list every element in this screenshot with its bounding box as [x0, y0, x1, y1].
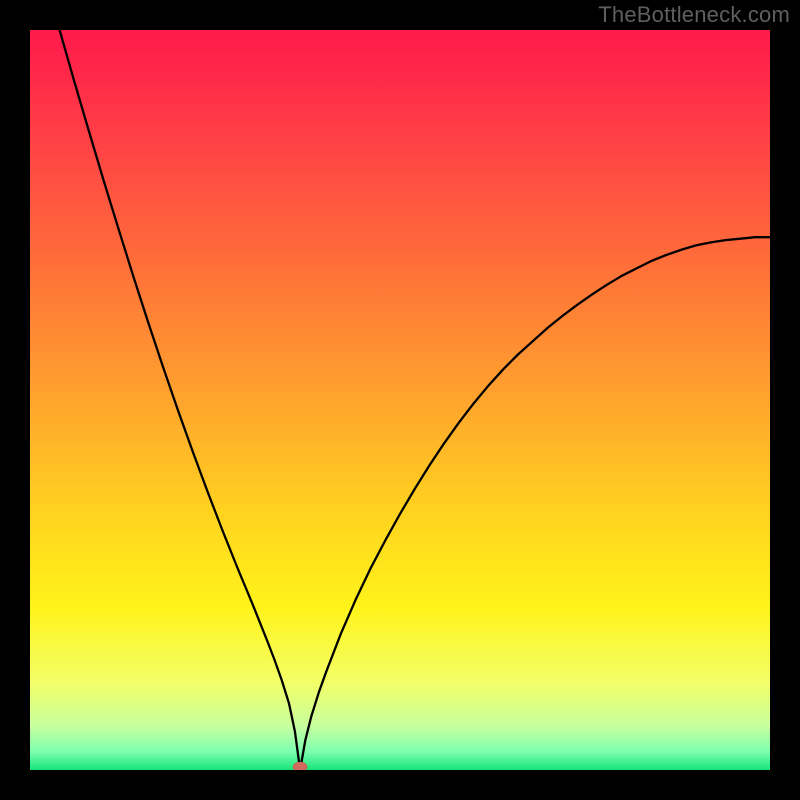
gradient-background [30, 30, 770, 770]
chart-svg [30, 30, 770, 770]
chart-frame: TheBottleneck.com [0, 0, 800, 800]
watermark-text: TheBottleneck.com [598, 2, 790, 28]
plot-area [30, 30, 770, 770]
minimum-marker [293, 762, 307, 770]
